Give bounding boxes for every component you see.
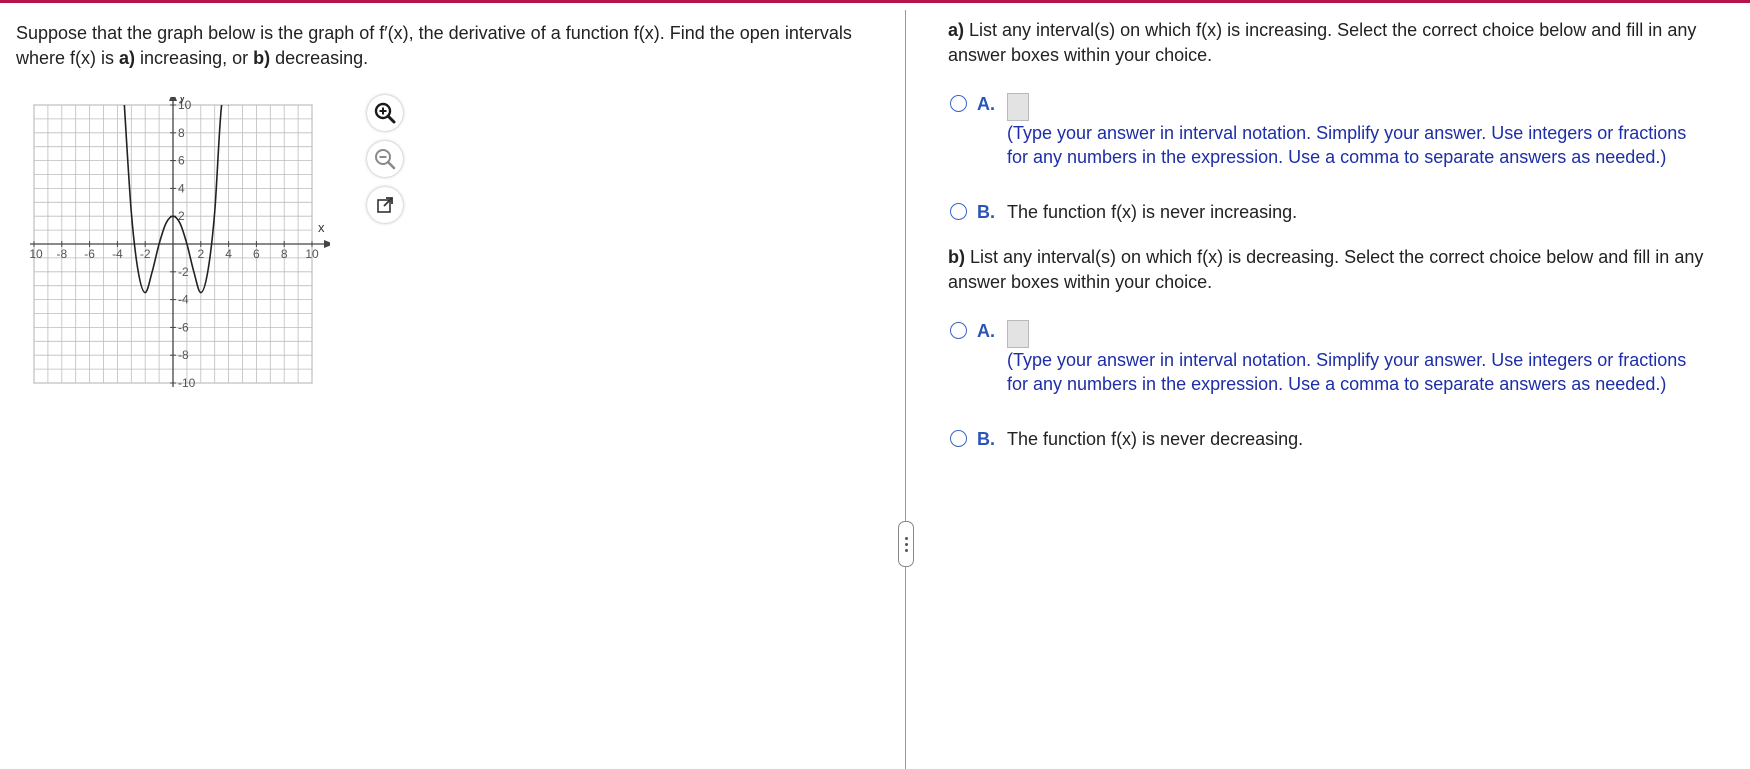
x-tick-label: 4 — [225, 247, 232, 261]
question-b-label: b) — [253, 48, 271, 68]
part-a-choice-b-letter: B. — [977, 202, 995, 222]
y-tick-label: 6 — [178, 154, 185, 168]
x-tick-label: -4 — [112, 247, 123, 261]
part-a-choice-b-radio[interactable] — [950, 203, 967, 220]
part-b-answer-box[interactable] — [1007, 320, 1029, 348]
graph-axes — [30, 97, 330, 387]
zoom-in-button[interactable] — [367, 95, 403, 131]
zoom-out-button[interactable] — [367, 141, 403, 177]
part-a-prompt-text: List any interval(s) on which f(x) is in… — [948, 20, 1697, 65]
y-axis-label: y — [179, 97, 186, 104]
question-middle: increasing, or — [135, 48, 254, 68]
y-tick-label: -6 — [178, 320, 189, 334]
x-tick-label: -8 — [56, 247, 67, 261]
part-b-label: b) — [948, 247, 965, 267]
x-tick-label: 10 — [305, 247, 319, 261]
part-a-label: a) — [948, 20, 965, 40]
x-axis-arrow — [324, 240, 330, 248]
y-tick-label: -8 — [178, 348, 189, 362]
part-b-choice-b-letter: B. — [977, 429, 995, 449]
derivative-graph: -10-8-6-4-2246810108642-2-4-6-8-10 y x — [30, 97, 330, 387]
question-a-label: a) — [119, 48, 136, 68]
part-a-prompt: a) List any interval(s) on which f(x) is… — [948, 18, 1728, 68]
x-tick-label: -2 — [140, 247, 151, 261]
y-tick-label: -10 — [178, 376, 196, 387]
derivative-curve — [123, 105, 230, 294]
question-pane: Suppose that the graph below is the grap… — [0, 3, 905, 769]
popout-button[interactable] — [367, 187, 403, 223]
answer-pane: a) List any interval(s) on which f(x) is… — [906, 3, 1750, 769]
part-b-hint: (Type your answer in interval notation. … — [1007, 350, 1687, 394]
part-a-choice-a-radio[interactable] — [950, 95, 967, 112]
popout-icon — [377, 197, 393, 213]
part-b-choice-a-radio[interactable] — [950, 322, 967, 339]
zoom-out-icon — [375, 149, 396, 170]
x-tick-label: -6 — [84, 247, 95, 261]
x-tick-label: -10 — [30, 247, 43, 261]
x-tick-label: 2 — [197, 247, 204, 261]
part-a-choice-a-letter: A. — [977, 94, 995, 114]
y-tick-label: 4 — [178, 181, 185, 195]
y-tick-label: -2 — [178, 265, 189, 279]
part-b-prompt: b) List any interval(s) on which f(x) is… — [948, 245, 1728, 295]
x-tick-label: 8 — [281, 247, 288, 261]
question-suffix: decreasing. — [270, 48, 369, 68]
x-axis-label: x — [318, 220, 325, 235]
question-text: Suppose that the graph below is the grap… — [16, 21, 876, 71]
x-tick-label: 6 — [253, 247, 260, 261]
part-b-choice-b-text: The function f(x) is never decreasing. — [1007, 429, 1304, 449]
y-tick-label: -4 — [178, 293, 189, 307]
part-b-choice-a-letter: A. — [977, 321, 995, 341]
zoom-in-icon — [374, 102, 396, 124]
part-a-choice-b-text: The function f(x) is never increasing. — [1007, 202, 1298, 222]
part-b-prompt-text: List any interval(s) on which f(x) is de… — [948, 247, 1704, 292]
graph-curve-group — [123, 105, 230, 294]
y-tick-label: 8 — [178, 126, 185, 140]
graph-ticks: -10-8-6-4-2246810108642-2-4-6-8-10 — [30, 98, 319, 387]
y-axis-arrow — [169, 97, 177, 101]
part-b-choice-b-radio[interactable] — [950, 430, 967, 447]
part-a-hint: (Type your answer in interval notation. … — [1007, 123, 1687, 167]
part-a-answer-box[interactable] — [1007, 93, 1029, 121]
